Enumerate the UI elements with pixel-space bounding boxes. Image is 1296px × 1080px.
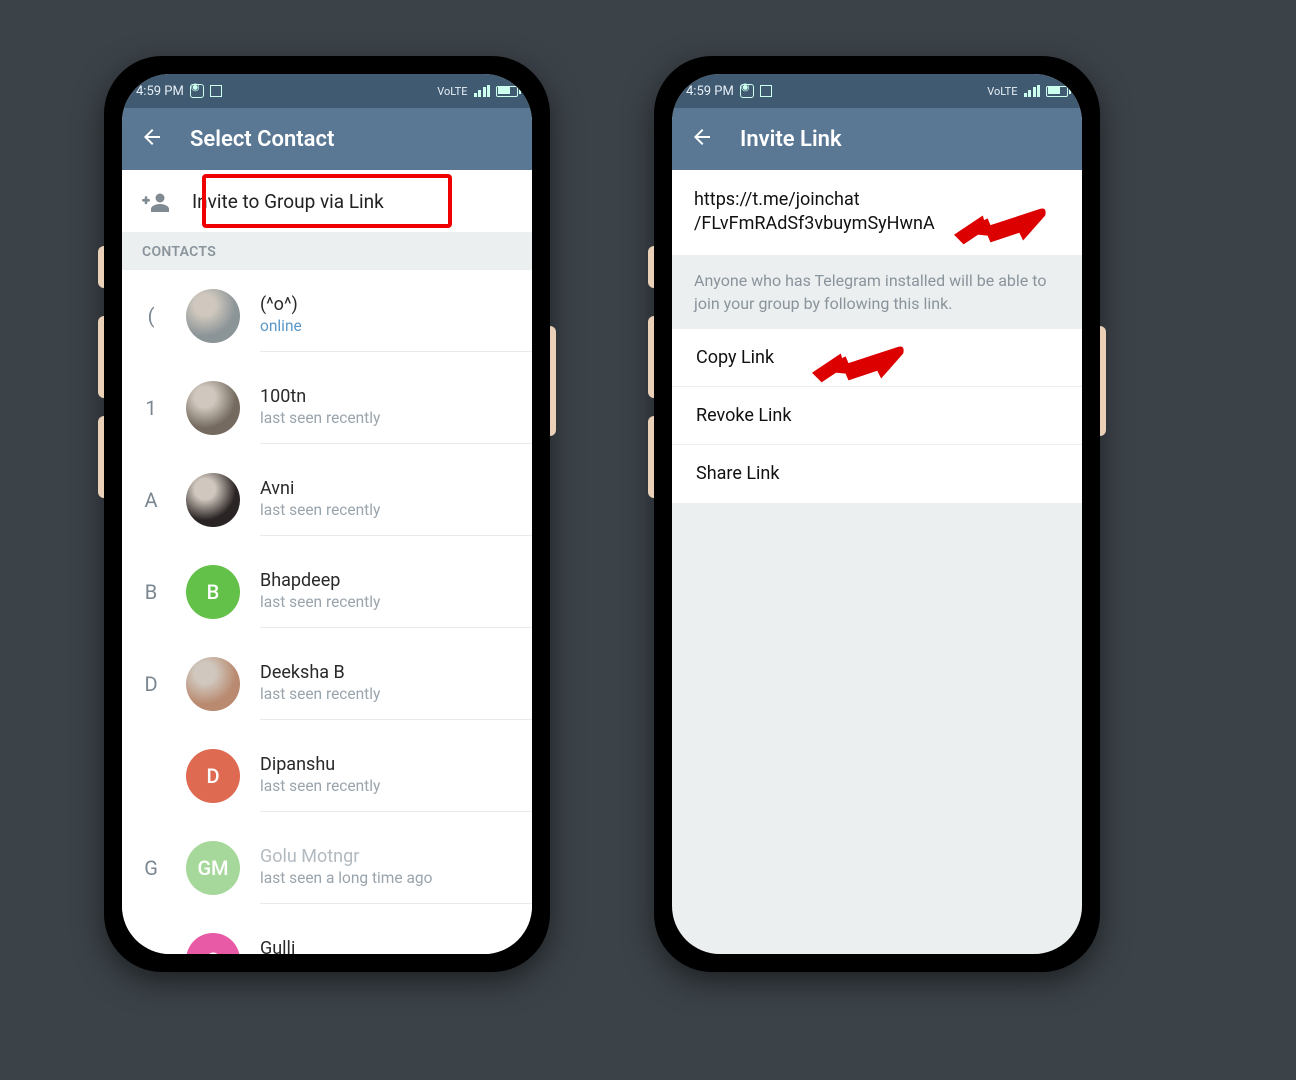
option-copy-link[interactable]: Copy Link (672, 329, 1082, 387)
contact-row[interactable]: BB Bhapdeep last seen recently (122, 546, 532, 638)
volume-button (648, 246, 654, 288)
status-icon (190, 84, 204, 98)
contact-info: (^o^) online (260, 280, 532, 352)
contact-row[interactable]: D Deeksha B last seen recently (122, 638, 532, 730)
status-icon (740, 84, 754, 98)
contact-name: 100tn (260, 386, 532, 407)
avatar (186, 381, 240, 435)
app-bar: Invite Link (672, 108, 1082, 170)
signal-icon (1024, 85, 1041, 97)
page-title-right: Invite Link (740, 127, 842, 152)
network-label: VoLTE (987, 85, 1017, 98)
power-button (1100, 326, 1106, 436)
avatar: G (186, 933, 240, 955)
volume-button (98, 416, 104, 498)
battery-icon (496, 86, 518, 97)
contact-name: (^o^) (260, 294, 532, 315)
app-bar: Select Contact (122, 108, 532, 170)
contact-info: Gullilast seen recently (260, 924, 532, 954)
index-letter: ( (136, 304, 166, 328)
invite-link-row[interactable]: Invite to Group via Link (122, 170, 532, 232)
volume-button (648, 316, 654, 398)
volume-button (98, 246, 104, 288)
status-bar: 4:59 PM VoLTE (672, 74, 1082, 108)
contact-status: last seen a long time ago (260, 869, 532, 887)
avatar (186, 657, 240, 711)
status-bar: 4:59 PM VoLTE (122, 74, 532, 108)
contact-info: Avni last seen recently (260, 464, 532, 536)
avatar: D (186, 749, 240, 803)
contact-status: last seen recently (260, 409, 532, 427)
contact-row[interactable]: A Avni last seen recently (122, 454, 532, 546)
contact-row[interactable]: G Gullilast seen recently (122, 914, 532, 954)
contact-status: last seen recently (260, 501, 532, 519)
battery-icon (1046, 86, 1068, 97)
index-letter: A (136, 488, 166, 512)
avatar: B (186, 565, 240, 619)
status-icon (210, 85, 222, 97)
option-revoke-link[interactable]: Revoke Link (672, 387, 1082, 445)
contacts-header: CONTACTS (122, 232, 532, 270)
back-button[interactable] (690, 125, 714, 153)
contact-row[interactable]: D Dipanshu last seen recently (122, 730, 532, 822)
avatar (186, 473, 240, 527)
contact-info: Deeksha B last seen recently (260, 648, 532, 720)
index-letter: B (136, 580, 166, 604)
avatar: GM (186, 841, 240, 895)
status-icon (760, 85, 772, 97)
power-button (550, 326, 556, 436)
avatar (186, 289, 240, 343)
contact-info: Bhapdeep last seen recently (260, 556, 532, 628)
page-title-left: Select Contact (190, 127, 334, 152)
contact-name: Golu Motngr (260, 846, 532, 867)
contact-name: Gulli (260, 938, 532, 954)
phone-mockup-right: 4:59 PM VoLTE Invite Link https://t.me/j… (654, 56, 1100, 972)
contact-name: Dipanshu (260, 754, 532, 775)
contact-status: online (260, 317, 532, 335)
invite-link-description: Anyone who has Telegram installed will b… (672, 255, 1082, 329)
contact-row[interactable]: G GM Golu Motngr last seen a long time ago (122, 822, 532, 914)
screen-right: 4:59 PM VoLTE Invite Link https://t.me/j… (672, 74, 1082, 954)
index-letter: D (136, 672, 166, 696)
invite-link-line1: https://t.me/joinchat (694, 188, 1060, 212)
screen-left: 4:59 PM VoLTE Select Contact (122, 74, 532, 954)
invite-link-text[interactable]: https://t.me/joinchat /FLvFmRAdSf3vbuymS… (672, 170, 1082, 255)
signal-icon (474, 85, 491, 97)
status-time: 4:59 PM (686, 84, 734, 99)
phone-mockup-left: 4:59 PM VoLTE Select Contact (104, 56, 550, 972)
contact-info: Dipanshu last seen recently (260, 740, 532, 812)
volume-button (98, 316, 104, 398)
invite-link-line2: /FLvFmRAdSf3vbuymSyHwnA (694, 212, 1060, 236)
contact-name: Bhapdeep (260, 570, 532, 591)
contacts-list: ( (^o^) online 1 100tn last seen recently A Avn… (122, 270, 532, 954)
contact-status: last seen recently (260, 777, 532, 795)
contact-row[interactable]: 1 100tn last seen recently (122, 362, 532, 454)
invite-link-options: Copy LinkRevoke LinkShare Link (672, 329, 1082, 503)
contact-status: last seen recently (260, 593, 532, 611)
contact-name: Deeksha B (260, 662, 532, 683)
option-share-link[interactable]: Share Link (672, 445, 1082, 503)
status-time: 4:59 PM (136, 84, 184, 99)
contact-info: Golu Motngr last seen a long time ago (260, 832, 532, 904)
volume-button (648, 416, 654, 498)
contact-info: 100tn last seen recently (260, 372, 532, 444)
invite-link-label: Invite to Group via Link (192, 190, 384, 213)
network-label: VoLTE (437, 85, 467, 98)
back-button[interactable] (140, 125, 164, 153)
index-letter: G (136, 856, 166, 880)
contact-name: Avni (260, 478, 532, 499)
contact-status: last seen recently (260, 685, 532, 703)
add-person-icon (142, 192, 166, 210)
contact-row[interactable]: ( (^o^) online (122, 270, 532, 362)
index-letter: 1 (136, 396, 166, 420)
